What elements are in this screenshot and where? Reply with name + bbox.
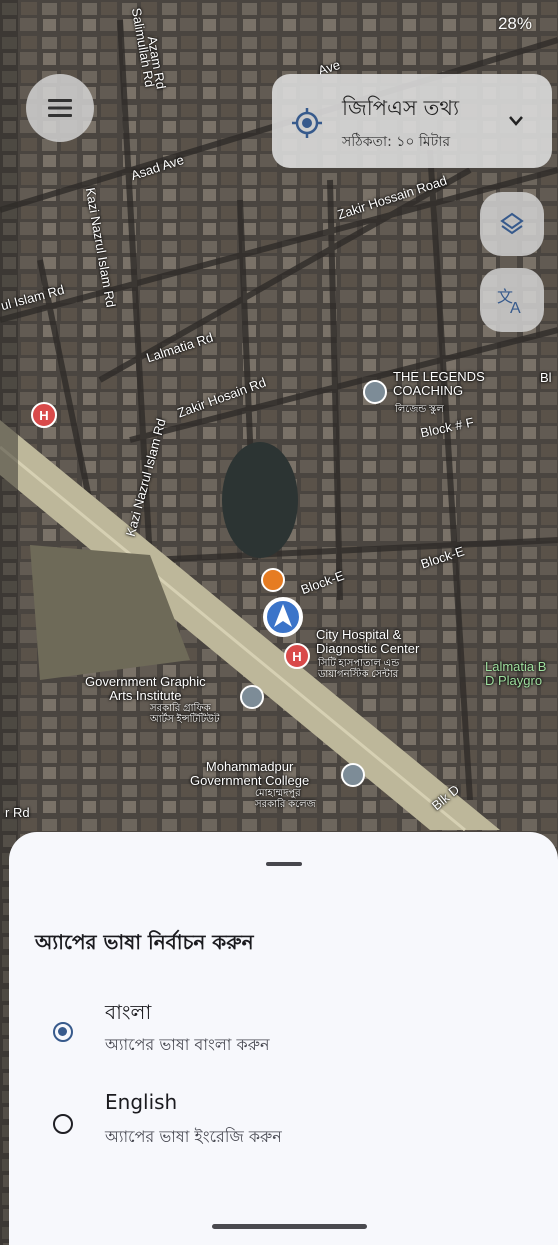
- map-label-city-hospital-bn: সিটি হাসপাতাল এন্ড ডায়াগনস্টিক সেন্টার: [318, 658, 400, 680]
- gps-info-card[interactable]: জিপিএস তথ্য সঠিকতা: ১০ মিটার: [272, 74, 552, 168]
- layers-icon: [500, 212, 524, 235]
- drag-handle[interactable]: [266, 862, 302, 866]
- svg-text:H: H: [292, 649, 301, 664]
- svg-text:A: A: [510, 300, 521, 314]
- language-bottom-sheet: অ্যাপের ভাষা নির্বাচন করুন বাংলা অ্যাপের…: [9, 832, 558, 1245]
- option-description: অ্যাপের ভাষা বাংলা করুন: [105, 1035, 270, 1054]
- translate-icon: 文 A: [497, 287, 521, 314]
- radio-english[interactable]: [53, 1114, 73, 1134]
- map-label-city-hospital: City Hospital & Diagnostic Center: [316, 627, 420, 656]
- menu-button[interactable]: [26, 74, 94, 142]
- map-label-mohammadpur-college: Mohammadpur Government College: [190, 759, 310, 788]
- map-label-r-rd: r Rd: [5, 805, 30, 820]
- gps-card-title: জিপিএস তথ্য: [342, 96, 460, 120]
- map-label-govt-graphic: Government Graphic Arts Institute: [85, 674, 206, 703]
- option-description: অ্যাপের ভাষা ইংরেজি করুন: [105, 1127, 282, 1146]
- map-label-govt-graphic-bn: সরকারি গ্রাফিক আর্টস ইন্সটিটিউট: [150, 703, 220, 725]
- map-label-legends-bn: লিজেন্ড স্কুল: [395, 404, 444, 415]
- language-option-bangla[interactable]: বাংলা অ্যাপের ভাষা বাংলা করুন: [9, 998, 558, 1078]
- status-bar: 28%: [0, 2, 558, 42]
- map-layers-button[interactable]: [480, 192, 544, 256]
- option-label: বাংলা: [105, 1000, 152, 1024]
- gps-location-icon: [292, 108, 322, 138]
- map-label-legends: THE LEGENDS COACHING: [393, 369, 485, 398]
- gesture-nav-bar[interactable]: [212, 1224, 367, 1229]
- hamburger-icon: [48, 99, 72, 117]
- chevron-down-icon[interactable]: [508, 115, 524, 127]
- battery-level: 28%: [497, 14, 532, 33]
- sheet-title: অ্যাপের ভাষা নির্বাচন করুন: [35, 930, 254, 954]
- map-label-lalmatia-playground: Lalmatia B D Playgro: [485, 659, 547, 688]
- map-label-bl: Bl: [540, 370, 552, 385]
- svg-text:H: H: [39, 408, 48, 423]
- radio-bangla[interactable]: [53, 1022, 73, 1042]
- language-button[interactable]: 文 A: [480, 268, 544, 332]
- map-label-mohammadpur-bn: মোহাম্মদপুর সরকারি কলেজ: [255, 788, 316, 810]
- language-option-english[interactable]: English অ্যাপের ভাষা ইংরেজি করুন: [9, 1090, 558, 1170]
- gps-accuracy: সঠিকতা: ১০ মিটার: [342, 134, 451, 150]
- option-label: English: [105, 1090, 178, 1114]
